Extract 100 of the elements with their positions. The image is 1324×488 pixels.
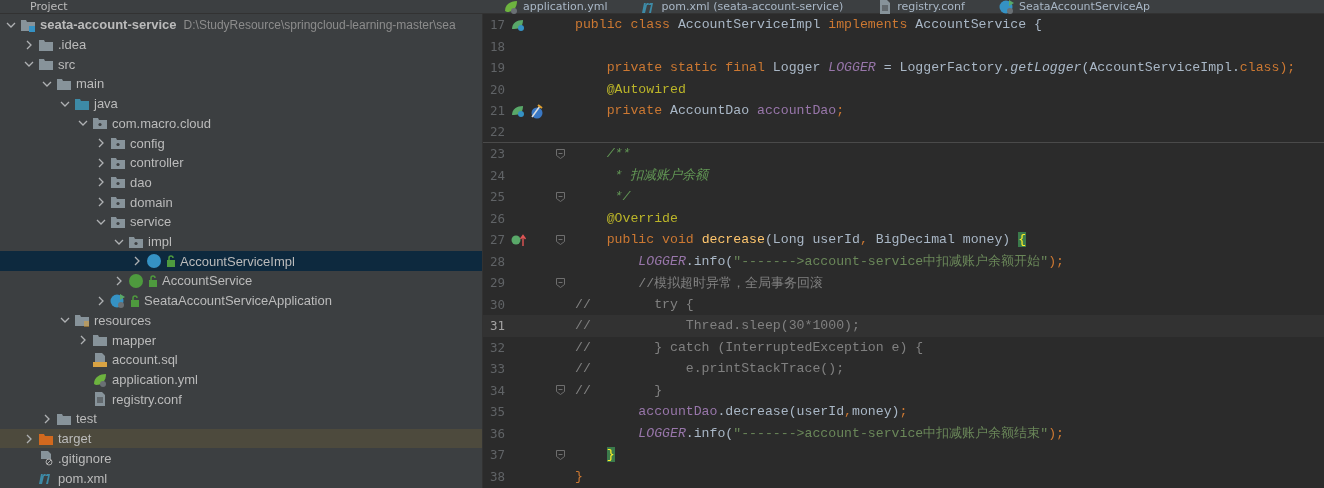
tree-item[interactable]: resources: [0, 310, 482, 331]
tree-item-label: com.macro.cloud: [112, 115, 211, 131]
fold-marker-icon[interactable]: [555, 385, 565, 396]
code-line: /**: [605, 146, 631, 162]
chevron-right-icon[interactable]: [96, 138, 106, 149]
package-icon: [92, 115, 108, 132]
tree-item[interactable]: AccountServiceImpl: [0, 251, 482, 272]
tree-item-label: java: [94, 96, 118, 112]
editor-tab[interactable]: SeataAccountServiceAp: [990, 0, 1159, 13]
code-line: accountDao.decrease(userId,money);: [637, 404, 908, 420]
tree-item[interactable]: .idea: [0, 34, 482, 55]
tree-item[interactable]: registry.conf: [0, 389, 482, 410]
lock-icon: [166, 255, 176, 268]
bean-icon[interactable]: [511, 17, 525, 32]
lock-icon: [130, 294, 140, 307]
text-file-icon: [92, 391, 108, 408]
tree-item[interactable]: AccountService: [0, 271, 482, 291]
code-line: LOGGER.info("------->account-service中扣减账户余额开始");: [637, 253, 1064, 271]
line-number: 18: [488, 38, 505, 54]
ignored-file-icon: [38, 450, 54, 467]
code-line: public void decrease(Long userId, BigDecimal money) {: [605, 232, 1027, 248]
editor-tab[interactable]: application.yml: [495, 0, 616, 13]
package-icon: [110, 135, 126, 152]
code-line: // }: [575, 382, 663, 398]
chevron-right-icon[interactable]: [96, 295, 106, 306]
tree-item[interactable]: main: [0, 74, 482, 94]
line-number: 28: [488, 253, 505, 269]
chevron-right-icon[interactable]: [96, 157, 106, 168]
tree-item-label: dao: [130, 174, 152, 190]
tree-item-label: application.yml: [112, 372, 198, 387]
fold-marker-icon[interactable]: [555, 191, 565, 202]
tree-item[interactable]: controller: [0, 152, 482, 173]
code-line: // Thread.sleep(30*1000);: [575, 318, 860, 334]
editor-tab[interactable]: pom.xml (seata-account-service): [633, 0, 852, 13]
fold-marker-icon[interactable]: [555, 277, 565, 288]
chevron-right-icon[interactable]: [24, 39, 34, 50]
tree-item[interactable]: account.sql: [0, 349, 482, 370]
tree-item[interactable]: java: [0, 93, 482, 114]
class-icon: [146, 253, 162, 270]
code-line: public class AccountServiceImpl implements AccountService {: [575, 17, 1042, 33]
module-path: D:\StudyResource\springcloud-learning-master\sea: [183, 17, 456, 32]
code-line: * 扣减账户余额: [613, 167, 709, 185]
tree-item[interactable]: .gitignore: [0, 448, 482, 469]
code-line: LOGGER.info("------->account-service中扣减账户余额结束");: [637, 425, 1064, 443]
tree-item-label: AccountServiceImpl: [180, 253, 295, 269]
tree-item[interactable]: mapper: [0, 330, 482, 350]
chevron-right-icon[interactable]: [24, 433, 34, 444]
spring-class-icon: [998, 0, 1015, 15]
line-number: 26: [488, 210, 505, 226]
resources-folder-icon: [74, 312, 90, 329]
code-line: @Override: [605, 210, 678, 226]
fold-marker-icon[interactable]: [555, 148, 565, 159]
hammer-icon[interactable]: [528, 102, 544, 119]
tree-item-label: controller: [130, 155, 184, 171]
line-number: 24: [488, 167, 505, 183]
code-line: }: [575, 468, 583, 484]
chevron-right-icon[interactable]: [78, 335, 88, 346]
tree-item[interactable]: domain: [0, 192, 482, 213]
code-line: // try {: [575, 296, 694, 312]
chevron-right-icon[interactable]: [96, 177, 106, 188]
leaf-file-icon: [503, 0, 519, 15]
tree-item[interactable]: application.yml: [0, 369, 482, 390]
tree-item[interactable]: seata-account-service D:\StudyResource\springcloud-learning-master\sea: [0, 15, 482, 35]
tree-item[interactable]: dao: [0, 172, 482, 193]
project-view-dropdown[interactable]: Project: [0, 0, 483, 13]
fold-marker-icon[interactable]: [555, 449, 565, 460]
tree-item[interactable]: service: [0, 212, 482, 232]
line-number: 19: [488, 60, 505, 76]
chevron-right-icon[interactable]: [132, 256, 142, 267]
tree-item[interactable]: target: [0, 428, 482, 449]
folder-icon: [92, 332, 108, 349]
tree-item[interactable]: pom.xml: [0, 468, 482, 488]
tree-item-label: impl: [148, 234, 172, 250]
chevron-right-icon[interactable]: [42, 413, 52, 424]
line-number: 21: [488, 103, 505, 119]
tree-item[interactable]: impl: [0, 231, 482, 252]
tree-item[interactable]: test: [0, 409, 482, 429]
tree-item-label: resources: [94, 312, 152, 328]
implements-icon[interactable]: [511, 232, 527, 247]
tree-item-label: test: [76, 411, 97, 427]
code-line: // } catch (InterruptedException e) {: [575, 339, 924, 355]
tree-item[interactable]: com.macro.cloud: [0, 113, 482, 134]
chevron-right-icon[interactable]: [96, 197, 106, 208]
editor-tab[interactable]: registry.conf: [869, 0, 973, 13]
fold-marker-icon[interactable]: [555, 234, 565, 245]
tree-item-label: SeataAccountServiceApplication: [144, 293, 332, 309]
bean-icon[interactable]: [511, 103, 525, 118]
line-number: 31: [488, 318, 505, 334]
tree-item-label: pom.xml: [58, 470, 108, 486]
code-line: private AccountDao accountDao;: [605, 103, 845, 119]
tree-item[interactable]: SeataAccountServiceApplication: [0, 290, 482, 311]
line-number: 29: [488, 275, 505, 291]
tree-item[interactable]: src: [0, 54, 482, 75]
code-line: */: [613, 189, 631, 205]
line-number: 38: [488, 468, 505, 484]
tree-item-label: main: [76, 76, 105, 92]
line-number: 37: [488, 447, 505, 463]
chevron-right-icon[interactable]: [114, 276, 124, 286]
tree-item-label: mapper: [112, 332, 157, 348]
tree-item[interactable]: config: [0, 133, 482, 153]
